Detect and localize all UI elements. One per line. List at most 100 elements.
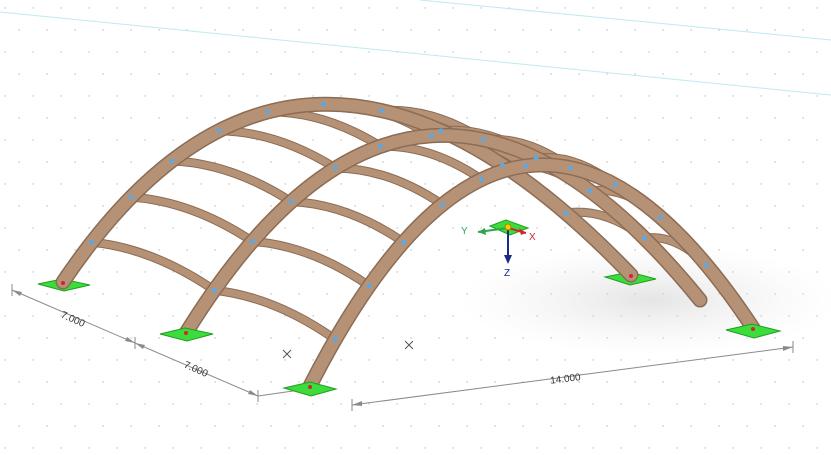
grid-dot <box>298 73 300 75</box>
grid-dot <box>158 337 160 339</box>
grid-dot <box>662 29 664 31</box>
grid-dot <box>662 117 664 119</box>
grid-dot <box>522 425 524 427</box>
grid-dot <box>326 249 328 251</box>
grid-dot <box>298 337 300 339</box>
grid-dot <box>172 139 174 141</box>
grid-dot <box>60 359 62 361</box>
grid-dot <box>172 183 174 185</box>
structure-scene[interactable]: 7.000 7.000 14.000 X Y Z <box>0 0 831 455</box>
grid-dot <box>256 271 258 273</box>
grid-dot <box>60 7 62 9</box>
grid-dot <box>130 381 132 383</box>
grid-dot <box>718 425 720 427</box>
grid-dot <box>200 95 202 97</box>
grid-dot <box>200 51 202 53</box>
grid-dot <box>4 315 6 317</box>
grid-dot <box>438 425 440 427</box>
grid-dot <box>550 249 552 251</box>
grid-dot <box>774 205 776 207</box>
grid-dot <box>760 359 762 361</box>
purlin-edge <box>126 192 257 246</box>
3d-model-viewport[interactable]: 7.000 7.000 14.000 X Y Z <box>0 0 831 455</box>
grid-dot <box>704 183 706 185</box>
grid-dot <box>354 249 356 251</box>
purlin-edge <box>209 285 340 344</box>
grid-dot <box>648 227 650 229</box>
grid-dot <box>340 447 342 449</box>
arch-node <box>429 133 434 139</box>
grid-dot <box>620 359 622 361</box>
grid-dot <box>32 359 34 361</box>
grid-dot <box>368 183 370 185</box>
grid-dot <box>46 73 48 75</box>
grid-dot <box>200 447 202 449</box>
grid-dot <box>102 161 104 163</box>
grid-dot <box>368 359 370 361</box>
grid-dot <box>662 161 664 163</box>
grid-dot <box>704 227 706 229</box>
grid-dot <box>424 183 426 185</box>
grid-dot <box>606 161 608 163</box>
arch-node <box>438 128 444 134</box>
grid-dot <box>102 205 104 207</box>
grid-dot <box>284 271 286 273</box>
grid-dot <box>578 425 580 427</box>
grid-dot <box>788 359 790 361</box>
grid-dot <box>816 139 818 141</box>
grid-dot <box>788 51 790 53</box>
grid-dot <box>452 183 454 185</box>
grid-dot <box>228 315 230 317</box>
grid-dot <box>578 73 580 75</box>
arch-node <box>567 165 573 171</box>
grid-dot <box>32 447 34 449</box>
grid-dot <box>494 425 496 427</box>
grid-dot <box>340 227 342 229</box>
grid-dot <box>284 403 286 405</box>
grid-dot <box>368 403 370 405</box>
grid-dot <box>564 447 566 449</box>
grid-dot <box>354 337 356 339</box>
grid-dot <box>186 117 188 119</box>
grid-dot <box>102 249 104 251</box>
grid-dot <box>172 315 174 317</box>
arch-node <box>480 137 486 143</box>
grid-dot <box>536 95 538 97</box>
grid-dot <box>718 161 720 163</box>
grid-dot <box>760 183 762 185</box>
grid-dot <box>340 7 342 9</box>
grid-dot <box>662 425 664 427</box>
grid-dot <box>368 227 370 229</box>
grid-dot <box>774 249 776 251</box>
dimension-label-span: 14.000 <box>550 372 582 387</box>
grid-dot <box>760 139 762 141</box>
grid-dot <box>788 227 790 229</box>
grid-dot <box>774 161 776 163</box>
grid-dot <box>60 227 62 229</box>
grid-dot <box>382 293 384 295</box>
grid-dot <box>704 95 706 97</box>
grid-dot <box>18 205 20 207</box>
grid-dot <box>718 381 720 383</box>
grid-dot <box>130 337 132 339</box>
grid-dot <box>410 161 412 163</box>
grid-dot <box>32 139 34 141</box>
grid-dot <box>648 139 650 141</box>
grid-dot <box>46 381 48 383</box>
grid-dot <box>116 359 118 361</box>
grid-dot <box>788 139 790 141</box>
grid-dot <box>438 249 440 251</box>
arch-node <box>523 163 529 169</box>
grid-dot <box>536 139 538 141</box>
grid-dot <box>466 381 468 383</box>
grid-dot <box>564 183 566 185</box>
grid-dot <box>368 315 370 317</box>
grid-dot <box>816 95 818 97</box>
grid-dot <box>802 117 804 119</box>
grid-dot <box>480 403 482 405</box>
arch-node <box>563 210 569 216</box>
grid-dot <box>88 447 90 449</box>
grid-dot <box>592 7 594 9</box>
grid-dot <box>690 161 692 163</box>
grid-dot <box>312 315 314 317</box>
